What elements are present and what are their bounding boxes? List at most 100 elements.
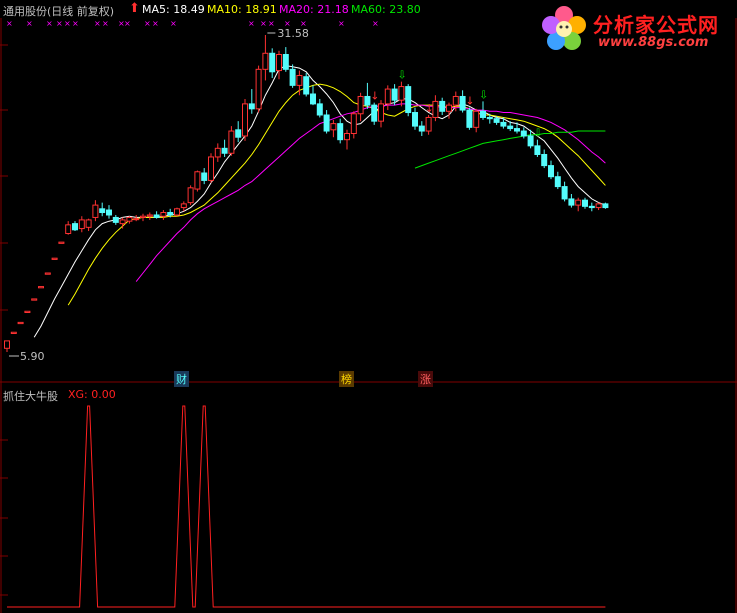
candle — [214, 143, 221, 162]
candle-body — [99, 208, 106, 214]
candle — [316, 98, 323, 118]
event-badge-ranking[interactable]: 榜 — [339, 371, 354, 387]
candle-body — [214, 147, 221, 158]
top-marker-12: × — [170, 19, 177, 28]
top-marker-3: × — [56, 19, 63, 28]
candle-body — [119, 219, 126, 225]
candle — [276, 50, 282, 80]
top-x-markers: × × × × × × × × × × × × × × × × × × × × — [6, 19, 379, 28]
candle — [44, 272, 51, 275]
candle — [228, 126, 235, 156]
candle — [51, 257, 58, 260]
candle — [201, 168, 208, 185]
watermark-brand: 分析家公式网 — [593, 13, 719, 37]
candle-body — [384, 88, 391, 105]
candle-body — [282, 54, 289, 70]
candle-body — [595, 203, 602, 209]
candle-body — [391, 88, 398, 101]
top-marker-11: × — [152, 19, 159, 28]
candle-body — [146, 214, 153, 217]
chart-canvas[interactable]: × × × × × × × × × × × × × × × × × × × × ↓ ↓ ⇩ ↓ ⇩ ⇩ 31.58 5.90 — [0, 0, 737, 613]
candle — [208, 153, 214, 183]
candle-body — [398, 86, 405, 101]
candle — [262, 35, 269, 81]
candle — [17, 321, 24, 325]
candle — [78, 216, 85, 233]
candle-body — [296, 74, 303, 86]
top-marker-14: × — [260, 19, 267, 28]
signal-arrow-3: ↓ — [465, 95, 474, 108]
candle-body — [323, 114, 330, 132]
candle-body — [289, 68, 296, 86]
candle-body — [554, 176, 561, 188]
candle-body — [493, 118, 500, 123]
candle-body — [371, 104, 378, 122]
candle-body — [17, 321, 24, 325]
candle — [337, 118, 344, 144]
candle-body — [10, 331, 17, 334]
candle-body — [459, 95, 466, 111]
candle-body — [310, 93, 316, 105]
candle — [58, 241, 65, 244]
candle — [99, 202, 106, 217]
indicator-value: XG: 0.00 — [68, 388, 116, 401]
candle-body — [575, 199, 582, 206]
candle — [412, 107, 418, 130]
candle — [10, 331, 17, 334]
indicator-line — [7, 405, 606, 608]
candle-body — [350, 113, 357, 135]
candle — [38, 286, 44, 289]
up-arrow-icon: ⬆ — [129, 1, 140, 16]
candle-body — [160, 212, 167, 217]
event-badge-financial[interactable]: 财 — [174, 371, 189, 387]
candle-body — [466, 109, 473, 128]
candle-body — [58, 241, 65, 244]
candle — [24, 310, 31, 313]
xg-signal-line — [7, 405, 606, 608]
top-marker-1: × — [26, 19, 33, 28]
candle-body — [269, 52, 276, 73]
ma60-label: MA60: 23.80 — [351, 3, 421, 16]
candle — [568, 193, 575, 208]
candle-body — [316, 103, 323, 116]
candle — [112, 214, 119, 225]
ma5-label: MA5: 18.49 — [142, 3, 205, 16]
candle-body — [337, 123, 344, 141]
signal-arrow-1: ↓ — [425, 102, 434, 115]
candle — [602, 202, 609, 209]
candle-body — [473, 110, 480, 128]
candle-body — [167, 212, 174, 216]
candle — [242, 98, 248, 141]
candle — [384, 85, 391, 111]
candle — [174, 207, 180, 217]
candle — [323, 110, 330, 134]
candle-body — [126, 216, 133, 222]
candle-body — [228, 130, 235, 154]
candle-body — [364, 95, 371, 106]
candle — [119, 217, 126, 229]
top-marker-13: × — [248, 19, 255, 28]
event-badge-limit-up[interactable]: 涨 — [418, 371, 433, 387]
candle-body — [255, 68, 262, 110]
candle-body — [208, 156, 214, 181]
candle-body — [561, 186, 568, 200]
candle — [541, 149, 548, 169]
candle-body — [303, 76, 310, 95]
candle — [126, 216, 133, 224]
candle-body — [480, 110, 486, 118]
candle — [561, 181, 568, 202]
candle-body — [548, 165, 554, 178]
candle — [439, 97, 446, 115]
candle — [160, 210, 167, 220]
candle — [357, 92, 364, 122]
candle-body — [140, 215, 146, 218]
low-price-label: 5.90 — [20, 350, 45, 363]
candle — [595, 202, 602, 211]
top-marker-2: × — [46, 19, 53, 28]
candle-body — [602, 203, 609, 209]
top-marker-10: × — [144, 19, 151, 28]
top-marker-4: × — [64, 19, 71, 28]
candle-body — [187, 187, 194, 204]
candle — [398, 81, 405, 107]
candle — [425, 114, 432, 135]
